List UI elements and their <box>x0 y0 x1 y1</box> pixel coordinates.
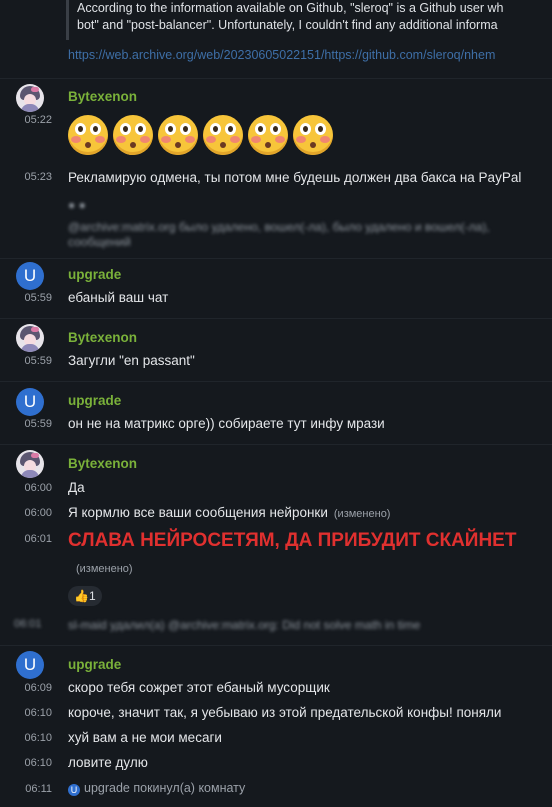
sender-name[interactable]: upgrade <box>68 393 121 408</box>
sender-name[interactable]: Bytexenon <box>68 330 137 345</box>
message-text: ебаный ваш чат <box>68 290 169 305</box>
message-text: Рекламирую одмена, ты потом мне будешь д… <box>68 170 522 185</box>
avatar-upgrade[interactable]: U <box>16 262 44 290</box>
flushed-face-icon <box>293 115 333 155</box>
avatar-bytexenon[interactable] <box>16 324 44 352</box>
timestamp: 06:00 <box>24 482 52 494</box>
avatar-bytexenon[interactable] <box>16 84 44 112</box>
timestamp: 06:09 <box>24 682 52 694</box>
flushed-face-icon <box>68 115 108 155</box>
edited-label[interactable]: (изменено) <box>76 563 133 575</box>
quoted-reply: According to the information available o… <box>66 0 552 40</box>
separator <box>0 318 552 319</box>
timestamp: 05:22 <box>24 114 52 126</box>
blurred-timestamp: 06:01 <box>14 618 42 630</box>
flushed-face-icon <box>113 115 153 155</box>
sender-name[interactable]: upgrade <box>68 657 121 672</box>
avatar-bytexenon[interactable] <box>16 450 44 478</box>
separator <box>0 258 552 259</box>
timestamp: 06:11 <box>25 783 52 795</box>
separator <box>0 381 552 382</box>
blurred-kick-event: sl-maid удалил(а) @archive:matrix.org: D… <box>68 618 421 632</box>
timestamp: 06:01 <box>24 533 52 545</box>
flushed-emoji-message <box>68 115 338 157</box>
sender-name[interactable]: Bytexenon <box>68 456 137 471</box>
blurred-membership-event-2: сообщений <box>68 235 131 249</box>
message-text: короче, значит так, я уебываю из этой пр… <box>68 705 502 720</box>
blurred-membership-event: @archive:matrix.org было удалено, вошел(… <box>68 220 490 234</box>
message-body: Я кормлю все ваши сообщения нейронки <box>68 505 328 520</box>
message-text: скоро тебя сожрет этот ебаный мусорщик <box>68 680 330 695</box>
sender-name[interactable]: upgrade <box>68 267 121 282</box>
timestamp: 05:23 <box>24 171 52 183</box>
timestamp: 06:10 <box>24 757 52 769</box>
message-text: он не на матрикс орге)) собираете тут ин… <box>68 416 385 431</box>
quote-line-1: According to the information available o… <box>77 1 504 15</box>
message-text-large: СЛАВА НЕЙРОСЕТЯМ, ДА ПРИБУДИТ СКАЙНЕТ <box>68 530 517 551</box>
flushed-face-icon <box>158 115 198 155</box>
timestamp: 06:00 <box>24 507 52 519</box>
message-text: Да <box>68 480 85 495</box>
thumbs-up-reaction[interactable]: 👍1 <box>68 586 102 606</box>
avatar-upgrade[interactable]: U <box>16 388 44 416</box>
edited-label[interactable]: (изменено) <box>334 508 391 520</box>
sender-name[interactable]: Bytexenon <box>68 89 137 104</box>
timestamp: 05:59 <box>24 355 52 367</box>
avatar-upgrade[interactable]: U <box>16 651 44 679</box>
blurred-avatars: ● ● <box>68 198 86 212</box>
message-text: ловите дулю <box>68 755 148 770</box>
message-text: Я кормлю все ваши сообщения нейронки (изм… <box>68 505 390 520</box>
user-avatar-icon: U <box>68 784 80 796</box>
separator <box>0 645 552 646</box>
archive-link[interactable]: https://web.archive.org/web/202306050221… <box>68 48 552 62</box>
message-text: хуй вам а не мои месаги <box>68 730 222 745</box>
timestamp: 06:10 <box>24 707 52 719</box>
quote-line-2: bot" and "post-balancer". Unfortunately,… <box>77 18 498 32</box>
timestamp: 06:10 <box>24 732 52 744</box>
flushed-face-icon <box>203 115 243 155</box>
separator <box>0 78 552 79</box>
message-text: Загугли "en passant" <box>68 353 195 368</box>
leave-event: Uupgrade покинул(а) комнату <box>68 781 245 796</box>
timestamp: 05:59 <box>24 418 52 430</box>
leave-event-text: upgrade покинул(а) комнату <box>84 781 246 795</box>
separator <box>0 444 552 445</box>
timestamp: 05:59 <box>24 292 52 304</box>
flushed-face-icon <box>248 115 288 155</box>
